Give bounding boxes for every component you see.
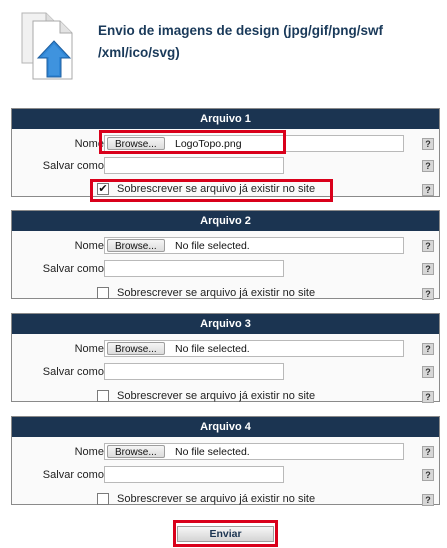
name-label: Nome: bbox=[74, 240, 107, 252]
help-icon[interactable]: ? bbox=[422, 343, 434, 355]
help-icon[interactable]: ? bbox=[422, 160, 434, 172]
page-title: Envio de imagens de design (jpg/gif/png/… bbox=[98, 20, 438, 64]
overwrite-checkbox[interactable] bbox=[97, 493, 109, 505]
panel-title: Arquivo 4 bbox=[12, 417, 439, 437]
panel-title: Arquivo 3 bbox=[12, 314, 439, 334]
overwrite-label: Sobrescrever se arquivo já existir no si… bbox=[117, 390, 316, 402]
save-as-input[interactable] bbox=[104, 157, 284, 174]
highlight-submit-button bbox=[173, 520, 278, 547]
highlight-file-input-1 bbox=[99, 130, 286, 154]
help-icon[interactable]: ? bbox=[422, 138, 434, 150]
file-panel-3: Arquivo 3 Nome: Browse... No file select… bbox=[11, 313, 440, 403]
file-input[interactable]: Browse... No file selected. bbox=[104, 340, 404, 357]
help-icon[interactable]: ? bbox=[422, 366, 434, 378]
browse-button[interactable]: Browse... bbox=[107, 342, 165, 355]
name-label: Nome: bbox=[74, 446, 107, 458]
panel-title: Arquivo 2 bbox=[12, 211, 439, 231]
file-status: No file selected. bbox=[175, 446, 250, 458]
upload-files-icon bbox=[20, 11, 82, 81]
save-as-input[interactable] bbox=[104, 260, 284, 277]
help-icon[interactable]: ? bbox=[422, 240, 434, 252]
help-icon[interactable]: ? bbox=[422, 469, 434, 481]
overwrite-label: Sobrescrever se arquivo já existir no si… bbox=[117, 287, 316, 299]
help-icon[interactable]: ? bbox=[422, 184, 434, 196]
help-icon[interactable]: ? bbox=[422, 494, 434, 506]
file-input[interactable]: Browse... No file selected. bbox=[104, 443, 404, 460]
file-panel-4: Arquivo 4 Nome: Browse... No file select… bbox=[11, 416, 440, 506]
file-status: No file selected. bbox=[175, 343, 250, 355]
overwrite-checkbox[interactable] bbox=[97, 287, 109, 299]
file-status: No file selected. bbox=[175, 240, 250, 252]
save-as-input[interactable] bbox=[104, 363, 284, 380]
page-title-line-1: Envio de imagens de design (jpg/gif/png/… bbox=[98, 23, 384, 38]
save-as-label: Salvar como: bbox=[42, 160, 107, 172]
browse-button[interactable]: Browse... bbox=[107, 239, 165, 252]
panel-title: Arquivo 1 bbox=[12, 109, 439, 129]
help-icon[interactable]: ? bbox=[422, 263, 434, 275]
help-icon[interactable]: ? bbox=[422, 391, 434, 403]
save-as-label: Salvar como: bbox=[42, 366, 107, 378]
overwrite-checkbox[interactable] bbox=[97, 390, 109, 402]
page-title-line-2: /xml/ico/svg) bbox=[98, 45, 180, 60]
help-icon[interactable]: ? bbox=[422, 446, 434, 458]
name-label: Nome: bbox=[74, 343, 107, 355]
file-panel-2: Arquivo 2 Nome: Browse... No file select… bbox=[11, 210, 440, 300]
browse-button[interactable]: Browse... bbox=[107, 445, 165, 458]
overwrite-label: Sobrescrever se arquivo já existir no si… bbox=[117, 493, 316, 505]
save-as-label: Salvar como: bbox=[42, 263, 107, 275]
highlight-overwrite-1 bbox=[90, 179, 333, 202]
file-input[interactable]: Browse... No file selected. bbox=[104, 237, 404, 254]
save-as-input[interactable] bbox=[104, 466, 284, 483]
help-icon[interactable]: ? bbox=[422, 288, 434, 300]
save-as-label: Salvar como: bbox=[42, 469, 107, 481]
